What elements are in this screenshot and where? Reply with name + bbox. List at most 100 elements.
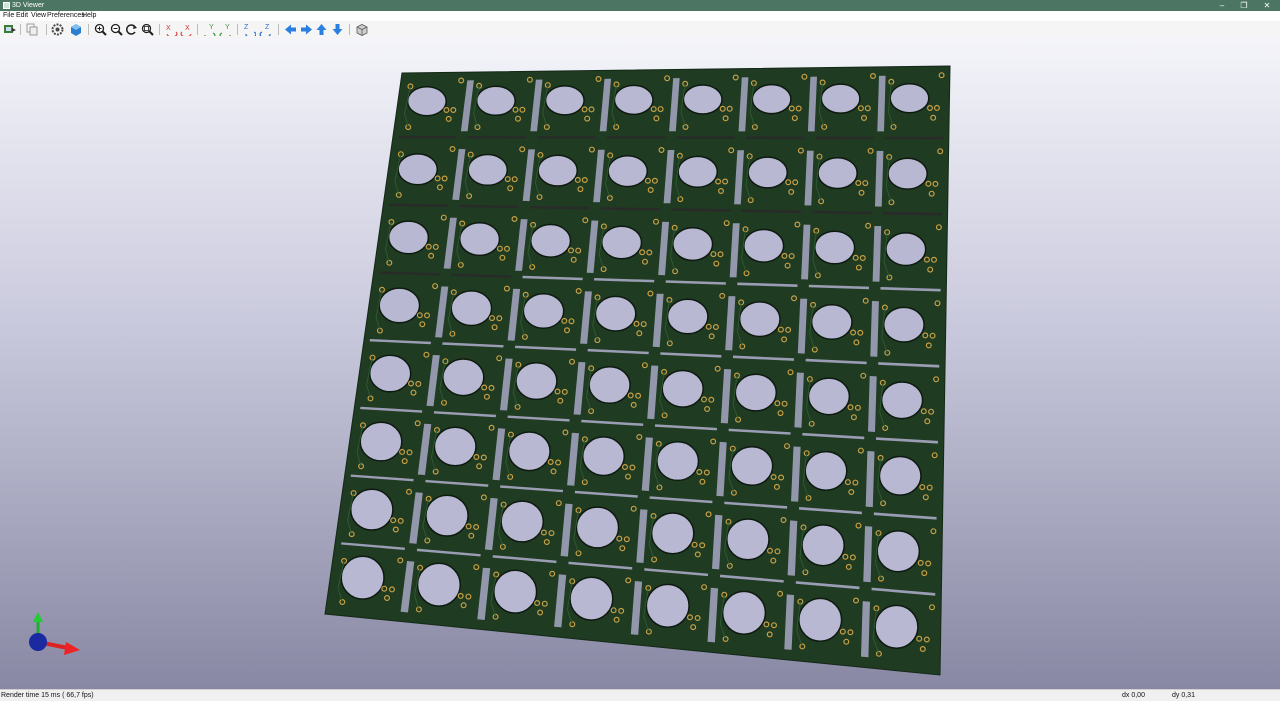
close-button[interactable]: ✕ [1256,0,1278,11]
switch-hole [588,365,631,405]
app-icon [3,2,10,9]
switch-hole [493,569,538,614]
switch-hole [801,524,845,567]
toolbar-separator [159,24,160,35]
switch-hole [743,228,785,263]
switch-hole [807,377,851,416]
switch-hole [726,518,770,561]
switch-hole [515,362,558,401]
switch-hole [820,83,861,114]
3d-viewport[interactable] [0,38,1280,689]
switch-hole [645,583,690,628]
rotate-z-cw-icon[interactable]: Z [243,23,256,36]
3d-settings-icon[interactable] [51,23,64,36]
menu-preferences[interactable]: Preferences [47,12,85,20]
status-bar: Render time 15 ms ( 66,7 fps) dx 0,00 dy… [0,689,1280,701]
rotate-x-cw-icon[interactable]: X [165,23,178,36]
export-image-icon[interactable] [3,23,16,36]
routing-slot [815,136,874,140]
minimize-button[interactable]: – [1211,0,1233,11]
render-time-status: Render time 15 ms ( 66,7 fps) [1,692,94,699]
raytracing-icon[interactable] [69,23,82,36]
switch-hole [666,298,709,335]
switch-hole [349,488,394,531]
dx-readout: dx 0,00 [1122,692,1145,699]
routing-slot [467,136,527,139]
toolbar-separator [349,24,350,35]
zoom-out-icon[interactable] [110,23,123,36]
copy-image-icon[interactable] [26,23,39,36]
toolbar-separator [237,24,238,35]
switch-hole [581,436,626,477]
switch-hole [876,530,921,573]
switch-hole [810,303,853,341]
switch-hole [544,85,585,116]
title-bar: 3D Viewer – ❐ ✕ [0,0,1280,11]
menu-view[interactable]: View [31,12,46,20]
axis-gizmo-icon [29,612,80,655]
switch-hole [425,494,469,537]
ortho-toggle-icon[interactable] [355,23,368,36]
switch-hole [529,223,572,258]
rotate-z-ccw-icon[interactable]: Z [259,23,272,36]
switch-hole [887,157,928,190]
switch-hole [721,590,767,635]
switch-hole [874,604,919,649]
rotate-x-ccw-icon[interactable]: X [180,23,193,36]
toolbar-separator [88,24,89,35]
switch-hole [416,562,462,607]
switch-hole [397,153,439,186]
switch-hole [730,445,774,487]
switch-hole [882,306,925,343]
menu-file[interactable]: File [3,12,14,20]
switch-hole [433,426,477,467]
switch-hole [600,225,643,260]
dy-readout: dy 0,31 [1172,692,1195,699]
switch-hole [569,576,614,621]
routing-slot [745,136,805,140]
switch-hole [442,358,485,397]
switch-hole [522,292,565,330]
switch-hole [880,381,924,420]
switch-hole [507,431,551,472]
redraw-icon[interactable] [125,23,138,36]
switch-hole [537,154,579,187]
switch-hole [650,512,695,555]
switch-hole [575,506,620,549]
rotate-y-ccw-icon[interactable]: Y [219,23,232,36]
routing-slot [606,136,666,139]
pan-left-icon[interactable] [284,23,297,36]
menu-edit[interactable]: Edit [16,12,28,20]
svg-text:Z: Z [265,24,270,31]
switch-hole [387,220,430,255]
pan-down-icon[interactable] [331,23,344,36]
toolbar-separator [20,24,21,35]
pcb-panel-render[interactable] [0,38,1280,689]
svg-text:Y: Y [225,24,230,31]
pan-up-icon[interactable] [315,23,328,36]
svg-text:Y: Y [209,24,214,31]
toolbar-separator [197,24,198,35]
routing-slot [884,136,944,140]
switch-hole [340,555,385,600]
switch-hole [878,455,922,496]
routing-slot [537,136,596,139]
switch-hole [677,155,719,188]
switch-hole [450,290,493,327]
pan-right-icon[interactable] [300,23,313,36]
menu-bar: File Edit View Preferences Help [0,11,1280,21]
zoom-in-icon[interactable] [94,23,107,36]
switch-hole [817,156,858,190]
rotate-y-cw-icon[interactable]: Y [203,23,216,36]
switch-hole [798,597,843,642]
switch-hole [672,227,714,262]
routing-slot [676,136,735,139]
toolbar: XXYYZZ [0,21,1280,39]
menu-help[interactable]: Help [82,12,96,20]
switch-hole [751,83,792,115]
switch-hole [500,500,545,543]
svg-text:X: X [166,25,171,32]
maximize-button[interactable]: ❐ [1233,0,1255,11]
zoom-fit-icon[interactable] [141,23,154,36]
toolbar-separator [46,24,47,35]
